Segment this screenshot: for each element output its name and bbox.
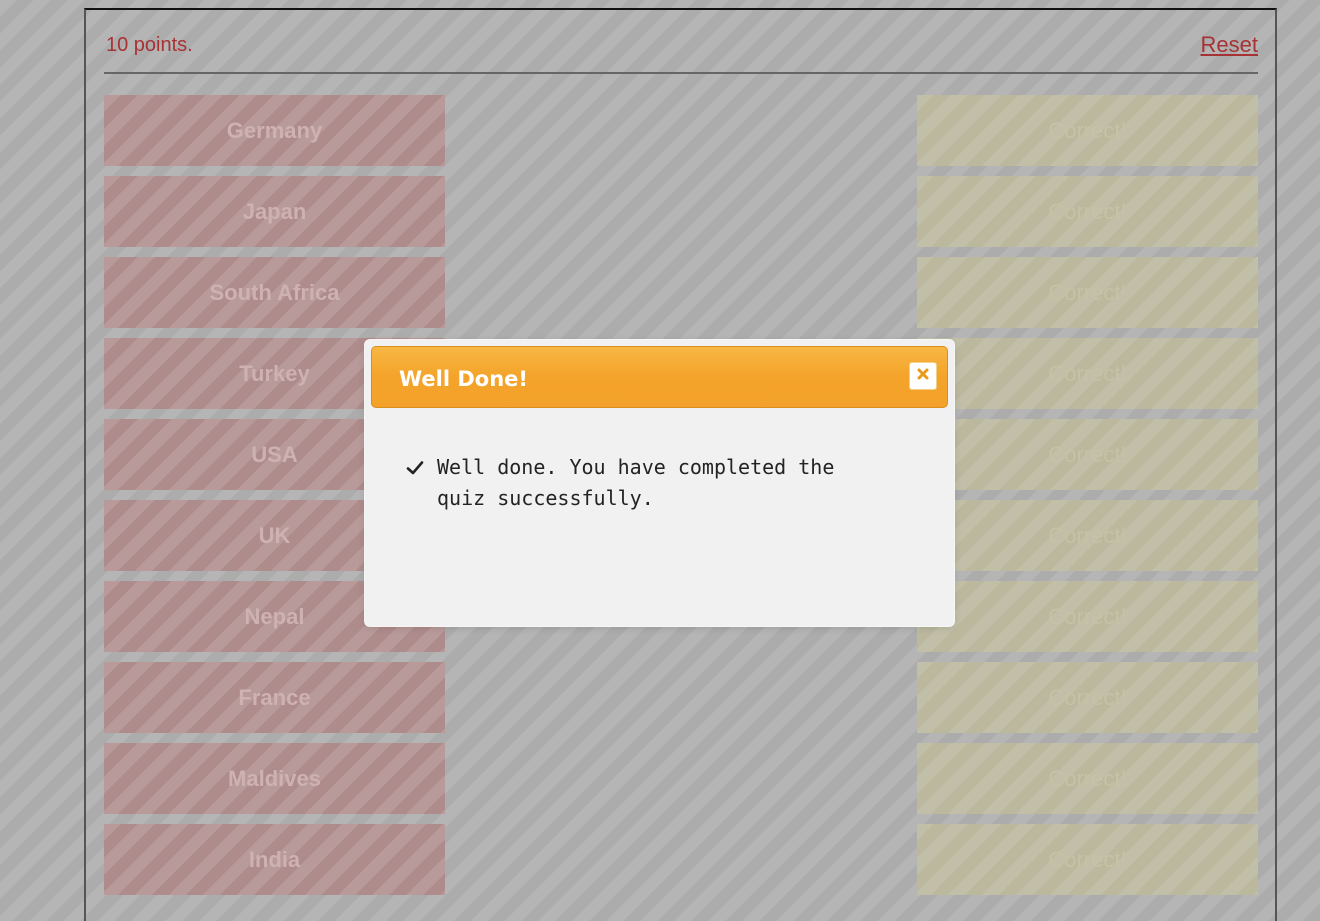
dialog-header: Well Done! [371, 346, 948, 408]
country-tile[interactable]: Japan [104, 176, 445, 247]
answer-tile: Correct! [917, 419, 1258, 490]
answer-column: Correct! Correct! Correct! Correct! Corr… [917, 95, 1258, 905]
answer-tile: Correct! [917, 581, 1258, 652]
country-tile[interactable]: South Africa [104, 257, 445, 328]
answer-tile: Correct! [917, 176, 1258, 247]
close-icon [915, 366, 931, 387]
reset-link[interactable]: Reset [1201, 32, 1258, 58]
score-text: 10 points. [106, 34, 193, 56]
country-tile[interactable]: Maldives [104, 743, 445, 814]
country-tile[interactable]: France [104, 662, 445, 733]
top-bar: 10 points. Reset [104, 22, 1258, 74]
success-dialog: Well Done! Well done. You have completed… [365, 340, 954, 626]
answer-tile: Correct! [917, 257, 1258, 328]
answer-tile: Correct! [917, 743, 1258, 814]
answer-tile: Correct! [917, 824, 1258, 895]
dialog-message: Well done. You have completed the quiz s… [405, 452, 875, 514]
answer-tile: Correct! [917, 338, 1258, 409]
answer-tile: Correct! [917, 500, 1258, 571]
dialog-title: Well Done! [399, 367, 528, 391]
answer-tile: Correct! [917, 95, 1258, 166]
check-icon [405, 456, 425, 487]
answer-tile: Correct! [917, 662, 1258, 733]
country-tile[interactable]: Germany [104, 95, 445, 166]
dialog-message-text: Well done. You have completed the quiz s… [437, 455, 835, 510]
close-button[interactable] [909, 362, 937, 390]
country-tile[interactable]: India [104, 824, 445, 895]
